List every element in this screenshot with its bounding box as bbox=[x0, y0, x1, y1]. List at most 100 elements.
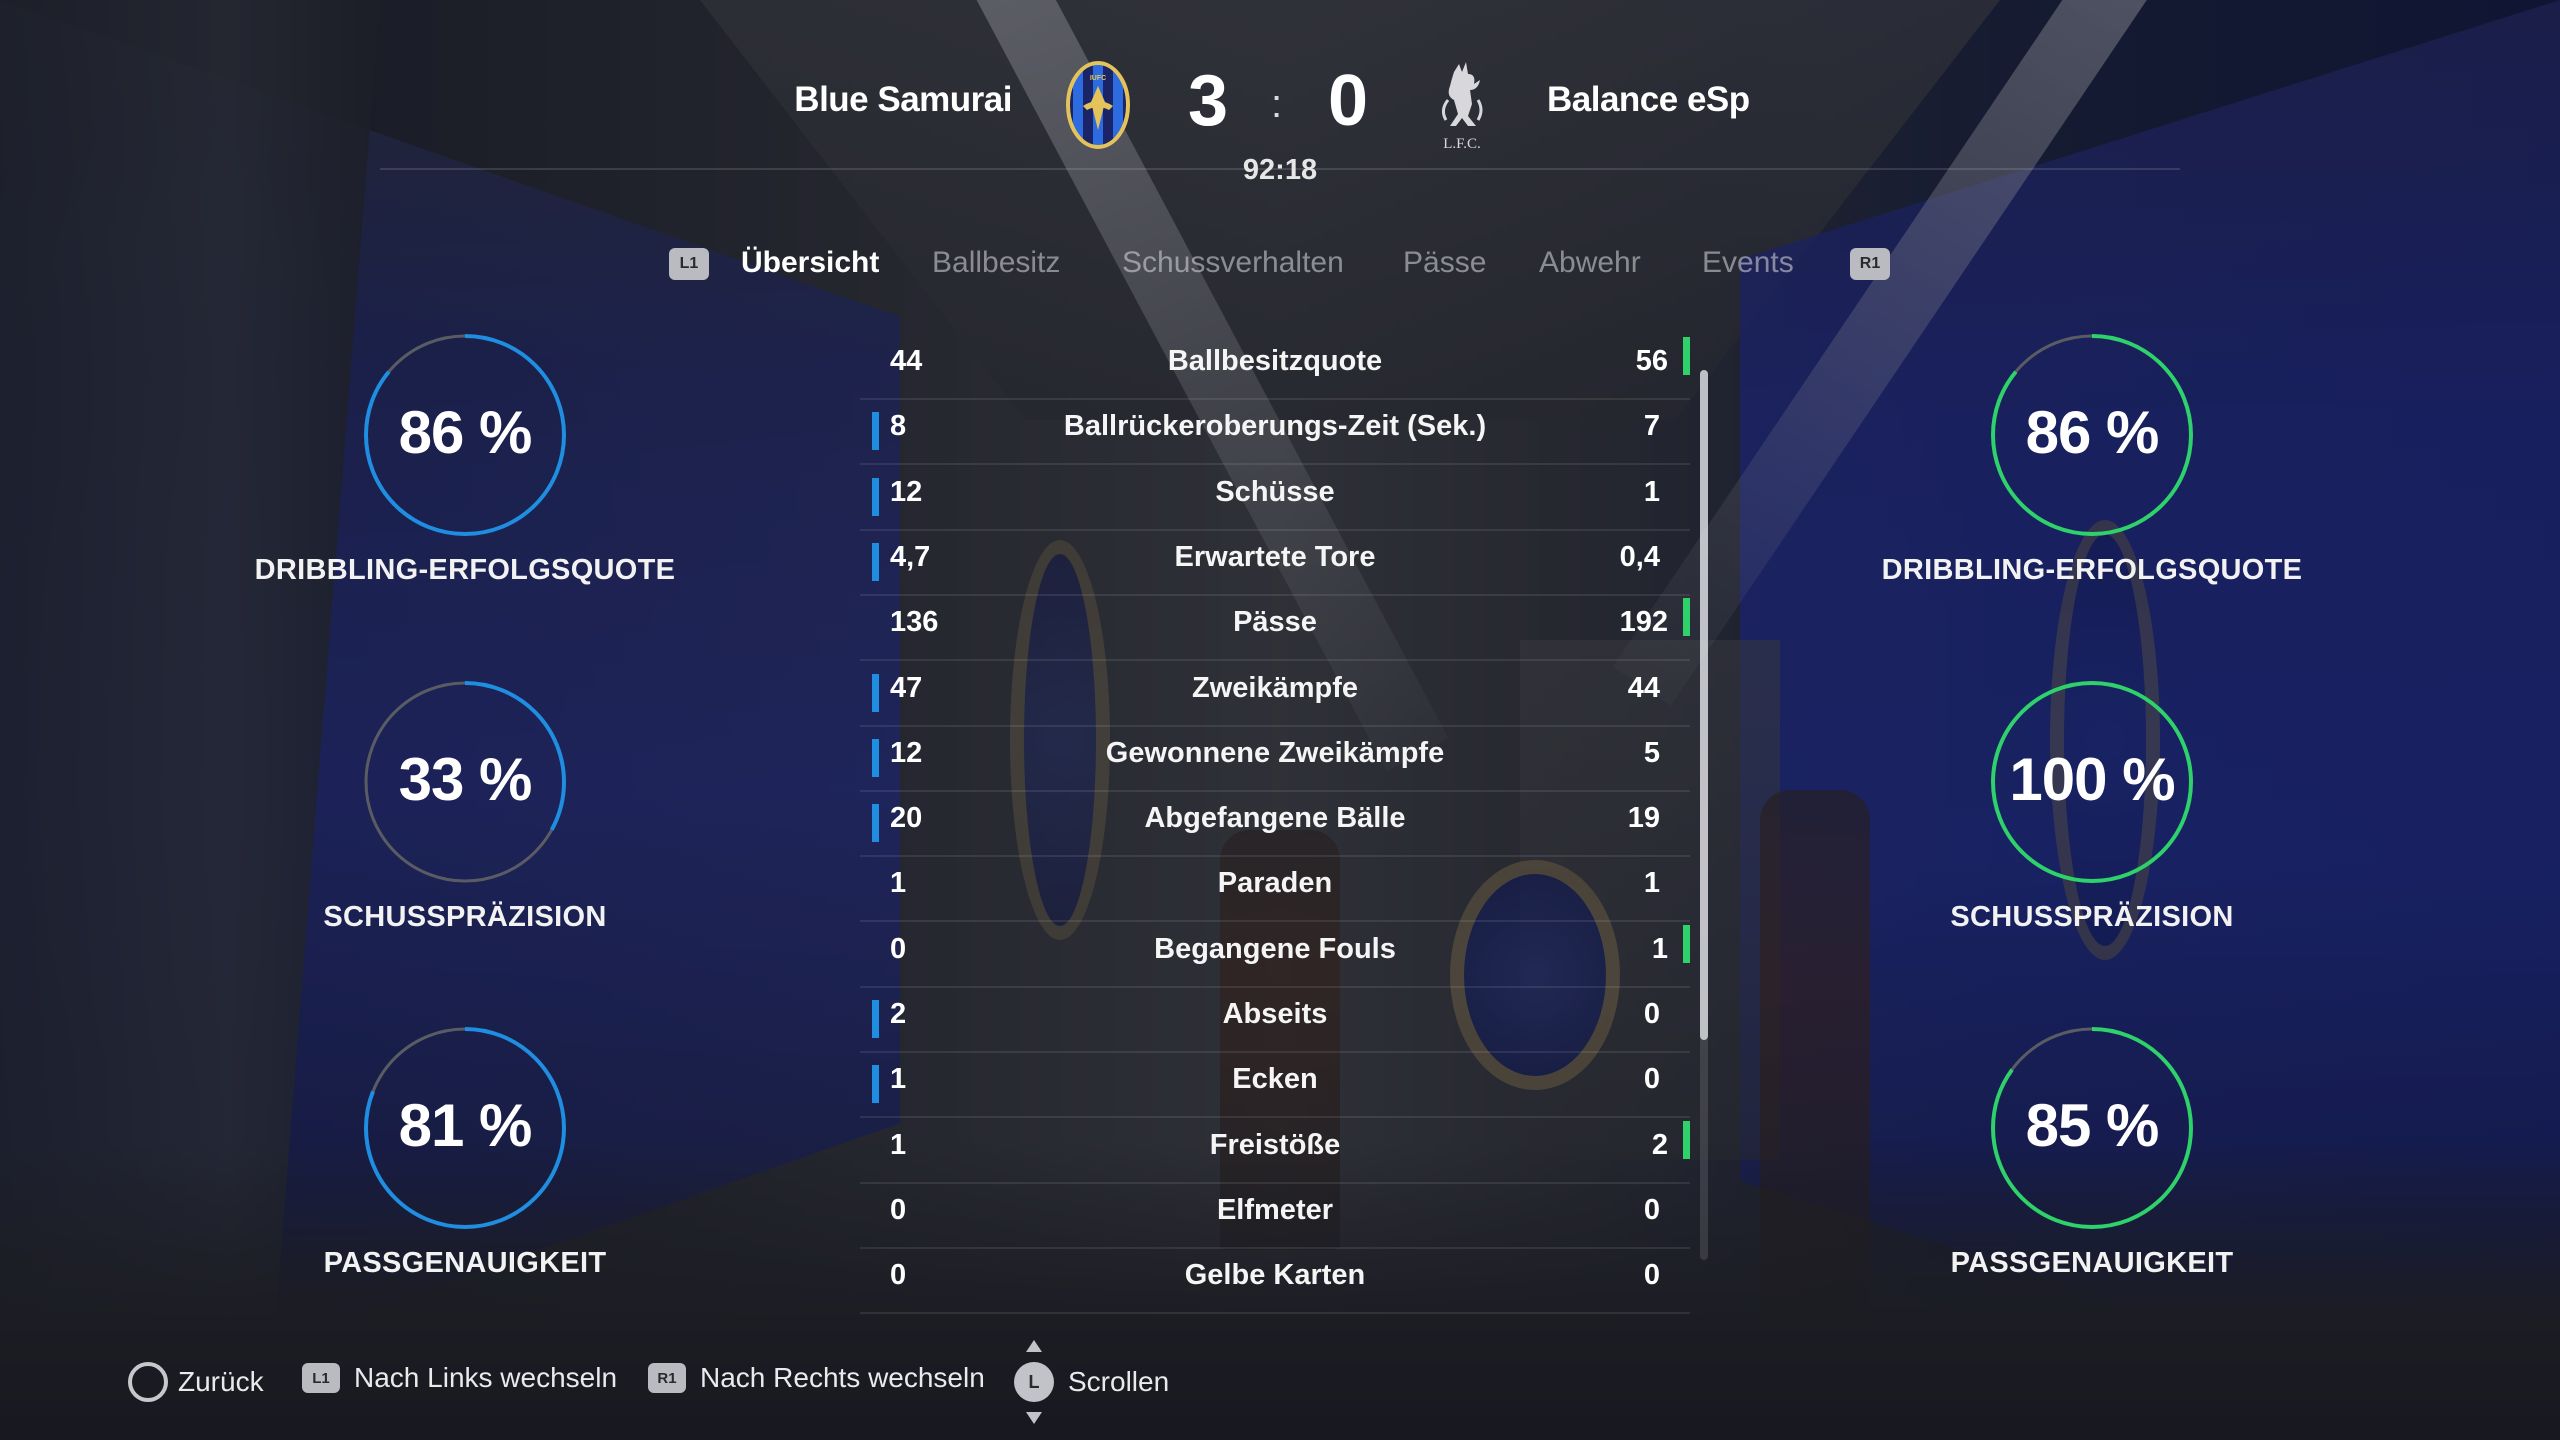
away-leader-bar bbox=[1683, 598, 1690, 637]
tab-paesse[interactable]: Pässe bbox=[1403, 246, 1486, 280]
away-leader-bar bbox=[1683, 337, 1690, 375]
home-schusspraezision-value: 33 % bbox=[398, 746, 533, 813]
r1-button-icon: R1 bbox=[648, 1363, 686, 1393]
home-team-crest-icon: IUFC bbox=[1066, 61, 1130, 149]
home-team-name: Blue Samurai bbox=[794, 80, 1012, 119]
home-dribbling-label: DRIBBLING-ERFOLGSQUOTE bbox=[254, 554, 676, 586]
stat-row: 1 Paraden 1 bbox=[860, 857, 1690, 923]
away-ring-passgenauigkeit: 85 % PASSGENAUIGKEIT bbox=[1872, 1025, 2312, 1355]
button-hints-bar: Zurück L1 Nach Links wechseln R1 Nach Re… bbox=[0, 1340, 2560, 1430]
arrow-up-icon bbox=[1026, 1340, 1042, 1352]
stat-row: 8 Ballrückeroberungs-Zeit (Sek.) 7 bbox=[860, 400, 1690, 466]
stat-away-value: 0 bbox=[1643, 998, 1660, 1030]
stat-name: Abgefangene Bälle bbox=[1144, 802, 1406, 835]
stats-scrollbar[interactable] bbox=[1700, 370, 1708, 1260]
stat-row: 0 Gelbe Karten 0 bbox=[860, 1249, 1690, 1315]
svg-text:IUFC: IUFC bbox=[1090, 75, 1106, 82]
left-stick-icon: L bbox=[1014, 1340, 1054, 1424]
l1-button-icon[interactable]: L1 bbox=[669, 248, 709, 280]
tab-ballbesitz[interactable]: Ballbesitz bbox=[932, 246, 1060, 280]
away-dribbling-value: 86 % bbox=[2025, 399, 2160, 466]
stat-away-value: 56 bbox=[1635, 345, 1668, 377]
stat-name: Gelbe Karten bbox=[1184, 1259, 1366, 1292]
match-header: Blue Samurai IUFC 3 : 0 L.F.C. Balance e… bbox=[0, 0, 2560, 200]
stat-away-value: 5 bbox=[1643, 736, 1660, 769]
stat-away-value: 0 bbox=[1643, 1259, 1660, 1292]
stat-row: 2 Abseits 0 bbox=[860, 988, 1690, 1053]
stat-row: 12 Schüsse 1 bbox=[860, 466, 1690, 531]
stat-away-value: 2 bbox=[1651, 1128, 1668, 1161]
l1-button-icon: L1 bbox=[302, 1363, 340, 1393]
stat-row: 44 Ballbesitzquote 56 bbox=[860, 335, 1690, 400]
stat-away-value: 0,4 bbox=[1619, 540, 1660, 573]
stat-away-value: 1 bbox=[1643, 867, 1660, 900]
away-ring-dribbling: 86 % DRIBBLING-ERFOLGSQUOTE bbox=[1872, 332, 2312, 662]
away-leader-bar bbox=[1683, 924, 1690, 963]
home-passgenauigkeit-label: PASSGENAUIGKEIT bbox=[323, 1247, 607, 1279]
stat-name: Elfmeter bbox=[1216, 1193, 1334, 1226]
stat-name: Ballbesitzquote bbox=[1167, 345, 1383, 377]
stat-name: Pässe bbox=[1233, 606, 1317, 639]
away-passgenauigkeit-label: PASSGENAUIGKEIT bbox=[1950, 1247, 2234, 1279]
home-ring-dribbling: 86 % DRIBBLING-ERFOLGSQUOTE bbox=[245, 332, 685, 662]
match-clock: 92:18 bbox=[1242, 154, 1318, 186]
stat-row: 1 Freistöße 2 bbox=[860, 1119, 1690, 1184]
back-hint[interactable]: Zurück bbox=[128, 1362, 264, 1402]
stat-name: Erwartete Tore bbox=[1174, 540, 1376, 573]
stat-row: 47 Zweikämpfe 44 bbox=[860, 662, 1690, 727]
away-ring-schusspraezision: 100 % SCHUSSPRÄZISION bbox=[1872, 679, 2312, 1009]
stat-row: 136 Pässe 192 bbox=[860, 596, 1690, 662]
svg-text:L.F.C.: L.F.C. bbox=[1443, 136, 1481, 152]
stat-name: Ecken bbox=[1232, 1063, 1318, 1096]
stat-name: Zweikämpfe bbox=[1192, 671, 1358, 704]
away-score: 0 bbox=[1328, 61, 1369, 141]
stats-table[interactable]: 44 Ballbesitzquote 56 8 Ballrückeroberungs-Z… bbox=[860, 335, 1690, 1315]
stat-name: Paraden bbox=[1217, 867, 1333, 900]
tab-schussverhalten[interactable]: Schussverhalten bbox=[1122, 246, 1344, 280]
away-team-crest-icon: L.F.C. bbox=[1441, 62, 1483, 152]
left-stick-letter: L bbox=[1028, 1371, 1040, 1392]
home-dribbling-value: 86 % bbox=[398, 399, 533, 466]
stats-tab-bar: L1 Übersicht Ballbesitz Schussverhalten … bbox=[0, 240, 2560, 290]
stat-row: 20 Abgefangene Bälle 19 bbox=[860, 792, 1690, 858]
stat-away-value: 19 bbox=[1627, 802, 1660, 835]
tab-abwehr[interactable]: Abwehr bbox=[1539, 246, 1641, 280]
stat-name: Gewonnene Zweikämpfe bbox=[1105, 736, 1445, 769]
switch-left-hint-label: Nach Links wechseln bbox=[354, 1362, 618, 1393]
stat-row: 4,7 Erwartete Tore 0,4 bbox=[860, 531, 1690, 596]
stats-scroll-thumb[interactable] bbox=[1700, 370, 1708, 1040]
away-dribbling-label: DRIBBLING-ERFOLGSQUOTE bbox=[1881, 554, 2303, 586]
scroll-hint-label: Scrollen bbox=[1068, 1366, 1170, 1397]
stat-row: 1 Ecken 0 bbox=[860, 1053, 1690, 1119]
home-ring-passgenauigkeit: 81 % PASSGENAUIGKEIT bbox=[245, 1025, 685, 1355]
stat-away-value: 192 bbox=[1619, 606, 1668, 639]
away-schusspraezision-label: SCHUSSPRÄZISION bbox=[1950, 901, 2234, 933]
away-passgenauigkeit-value: 85 % bbox=[2025, 1092, 2160, 1159]
switch-right-hint-label: Nach Rechts wechseln bbox=[700, 1362, 985, 1393]
stat-name: Freistöße bbox=[1209, 1128, 1341, 1161]
tab-uebersicht[interactable]: Übersicht bbox=[741, 246, 879, 280]
back-hint-label: Zurück bbox=[178, 1366, 264, 1397]
stat-away-value: 0 bbox=[1643, 1063, 1660, 1096]
home-ring-schusspraezision: 33 % SCHUSSPRÄZISION bbox=[245, 679, 685, 1009]
stat-row: 0 Elfmeter 0 bbox=[860, 1184, 1690, 1249]
stat-away-value: 1 bbox=[1643, 475, 1660, 508]
switch-left-hint[interactable]: L1 Nach Links wechseln bbox=[302, 1362, 617, 1394]
home-score: 3 bbox=[1188, 61, 1229, 141]
home-passgenauigkeit-value: 81 % bbox=[398, 1092, 533, 1159]
arrow-down-icon bbox=[1026, 1412, 1042, 1424]
r1-button-icon[interactable]: R1 bbox=[1850, 248, 1890, 280]
switch-right-hint[interactable]: R1 Nach Rechts wechseln bbox=[648, 1362, 985, 1394]
circle-button-icon bbox=[128, 1362, 168, 1402]
stat-away-value: 7 bbox=[1643, 410, 1660, 443]
stat-name: Schüsse bbox=[1215, 475, 1335, 508]
scroll-hint[interactable]: L Scrollen bbox=[1014, 1340, 1170, 1424]
stat-away-value: 0 bbox=[1643, 1193, 1660, 1226]
stat-away-value: 44 bbox=[1627, 671, 1660, 704]
stat-away-value: 1 bbox=[1651, 932, 1668, 965]
stat-name: Abseits bbox=[1222, 998, 1328, 1030]
score-separator: : bbox=[1271, 82, 1283, 126]
home-schusspraezision-label: SCHUSSPRÄZISION bbox=[323, 901, 607, 933]
tab-events[interactable]: Events bbox=[1702, 246, 1794, 280]
stat-row: 12 Gewonnene Zweikämpfe 5 bbox=[860, 727, 1690, 792]
